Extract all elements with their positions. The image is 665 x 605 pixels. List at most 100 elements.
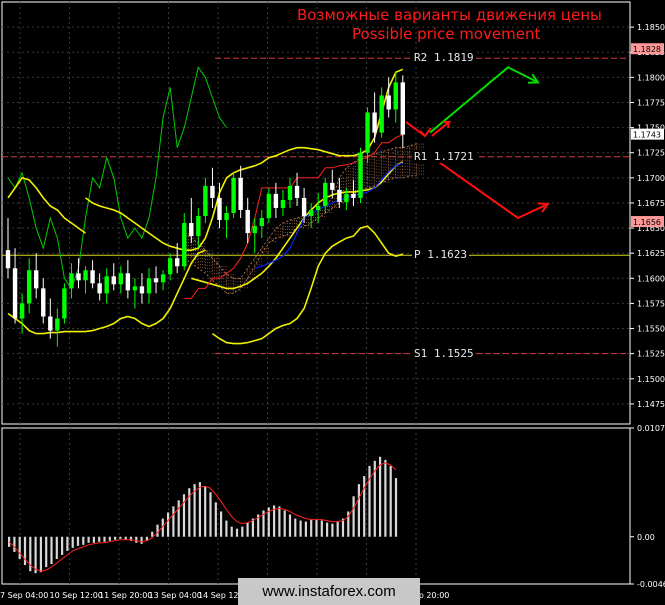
macd-bar	[92, 536, 95, 543]
candle-body	[323, 182, 328, 206]
candle-body	[337, 189, 342, 202]
candle-body	[393, 82, 398, 110]
y-tick-label: 1.1675	[637, 199, 665, 208]
candle-body	[26, 270, 32, 304]
candle-body	[160, 274, 166, 283]
macd-bar	[45, 536, 48, 568]
level-label-r1: R1 1.1721	[412, 149, 476, 163]
candle-body	[224, 213, 229, 221]
macd-bar	[336, 521, 339, 537]
candle-body	[400, 82, 405, 135]
macd-bar	[177, 500, 180, 537]
candle-body	[146, 278, 152, 294]
candle-body	[104, 276, 109, 294]
candle-body	[266, 193, 272, 219]
macd-bar	[246, 522, 249, 537]
macd-bar	[114, 536, 117, 540]
level-label-s1: S1 1.1525	[412, 346, 476, 360]
y-tick-label: 1.1725	[637, 149, 665, 158]
macd-bar	[76, 536, 80, 546]
chart-panes	[1, 1, 631, 585]
price-chart: 1.18501.18251.18001.17751.17501.17251.17…	[0, 1, 665, 600]
candle-body	[358, 152, 363, 198]
candle-body	[118, 273, 123, 285]
price-badge-text: 1.1656	[633, 218, 661, 227]
candle-body	[294, 185, 300, 198]
y-tick-label: 1.1525	[637, 350, 665, 359]
candle-body	[182, 223, 187, 267]
forecast-arrows	[405, 66, 550, 220]
macd-bar	[315, 519, 318, 537]
candle-body	[301, 197, 307, 217]
bollinger-lower	[211, 225, 404, 345]
candle-body	[217, 197, 222, 221]
y-axis: 1.18501.18251.18001.17751.17501.17251.17…	[630, 23, 665, 409]
macd-bar	[119, 536, 122, 539]
macd-bar	[71, 536, 74, 548]
y-tick-label: 1.1775	[637, 98, 665, 107]
macd-bar	[209, 492, 212, 537]
candle-body	[210, 185, 215, 198]
candle-body	[62, 288, 67, 319]
macd-bar	[167, 512, 170, 537]
candle-body	[34, 270, 39, 289]
macd-bar	[23, 536, 27, 566]
macd-bar	[151, 531, 154, 537]
candle-body	[252, 226, 257, 234]
tenkan-line	[254, 162, 404, 269]
candle-body	[280, 199, 286, 208]
watermark-badge[interactable]: www.instaforex.com	[238, 578, 420, 605]
candle-body	[238, 177, 243, 210]
candle-body	[344, 193, 349, 202]
macd-bar	[55, 536, 58, 560]
y-tick-label: 1.1700	[637, 174, 665, 183]
candle-body	[41, 288, 46, 317]
macd-bar	[66, 536, 69, 551]
macd-bar	[394, 478, 398, 537]
price-badge-text: 1.1743	[633, 131, 661, 140]
macd-bar	[230, 526, 233, 537]
bounce-arrow-down	[405, 121, 432, 138]
macd-bar	[368, 465, 371, 537]
candle-body	[97, 283, 102, 294]
macd-bar	[304, 521, 307, 537]
candle-body	[69, 273, 74, 289]
macd-y-tick-label: 0.01075	[637, 424, 665, 433]
candle-body	[386, 95, 391, 110]
macd-bar	[326, 522, 329, 537]
macd-bar	[34, 536, 37, 574]
macd-bar	[214, 502, 217, 537]
macd-bar	[389, 465, 392, 537]
candle-body	[132, 286, 138, 291]
candle-body	[76, 273, 81, 281]
y-tick-label: 1.1575	[637, 299, 665, 308]
bollinger-upper-left	[7, 176, 86, 234]
macd-bar	[82, 536, 85, 545]
macd-bar	[283, 510, 286, 537]
candle-body	[273, 193, 279, 208]
macd-bar	[341, 518, 345, 537]
y-tick-label: 1.1500	[637, 375, 665, 384]
x-tick-label: 11 Sep 20:00	[99, 591, 152, 600]
candle-body	[231, 177, 236, 213]
candle-body	[203, 185, 208, 217]
macd-bar	[50, 536, 53, 565]
candle-body	[379, 95, 384, 133]
forecast-title-en: Possible price movement	[352, 25, 541, 43]
macd-bar	[278, 506, 281, 537]
level-label-p: P 1.1623	[412, 248, 469, 262]
candles	[5, 71, 405, 347]
candle-body	[330, 182, 335, 190]
macd-signal-line	[8, 462, 397, 572]
macd-bar	[294, 518, 297, 537]
macd-bar	[241, 526, 244, 537]
candle-body	[55, 318, 60, 331]
candle-body	[167, 258, 173, 275]
macd-bar	[204, 486, 207, 537]
macd-bar	[13, 536, 16, 552]
x-tick-label: 13 Sep 04:00	[149, 591, 202, 600]
macd-bar	[103, 536, 106, 542]
macd-bar	[98, 536, 101, 542]
macd-bar	[18, 536, 21, 560]
candle-body	[259, 218, 264, 227]
